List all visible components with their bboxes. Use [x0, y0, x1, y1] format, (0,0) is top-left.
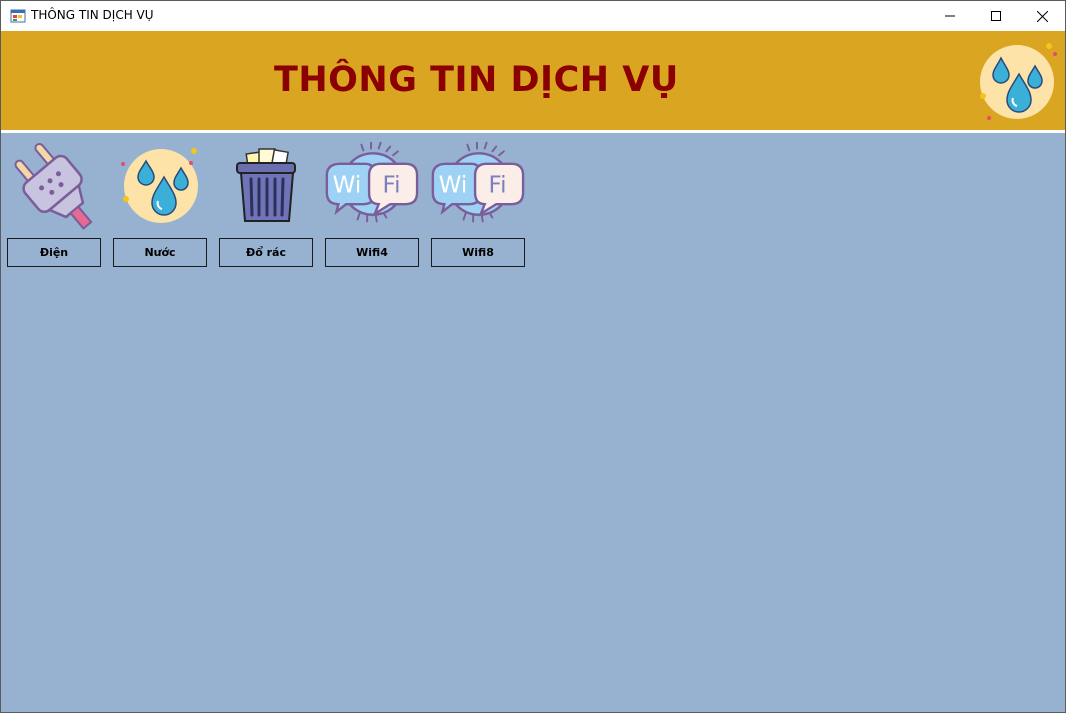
header-separator: [1, 130, 1065, 133]
app-window: THÔNG TIN DỊCH VỤ THÔNG TIN DỊCH VỤ Wi F…: [0, 0, 1066, 713]
minimize-button[interactable]: [927, 1, 973, 31]
title-bar[interactable]: THÔNG TIN DỊCH VỤ: [1, 1, 1065, 31]
svg-text:Wi: Wi: [333, 173, 362, 199]
maximize-button[interactable]: [973, 1, 1019, 31]
close-icon: [1036, 10, 1048, 22]
dien-button[interactable]: Điện: [7, 238, 101, 267]
trash-can-icon: [236, 148, 296, 222]
app-form-icon: [10, 9, 26, 23]
wifi4-button[interactable]: Wifi4: [325, 238, 419, 267]
window-title: THÔNG TIN DỊCH VỤ: [31, 8, 154, 22]
svg-text:Fi: Fi: [489, 173, 507, 199]
page-title: THÔNG TIN DỊCH VỤ: [274, 60, 679, 100]
svg-text:Wi: Wi: [439, 173, 468, 199]
minimize-icon: [945, 15, 955, 17]
wifi-bubble-icon: Wi Fi: [325, 141, 419, 223]
water-drops-icon: [980, 43, 1057, 120]
wifi-bubble-icon: Wi Fi: [431, 141, 525, 223]
do-rac-button[interactable]: Đổ rác: [219, 238, 313, 267]
maximize-icon: [991, 11, 1001, 21]
electric-plug-icon: [14, 142, 93, 230]
water-drops-icon: [121, 148, 198, 223]
svg-text:Fi: Fi: [383, 173, 401, 199]
nuoc-button[interactable]: Nước: [113, 238, 207, 267]
wifi8-button[interactable]: Wifi8: [431, 238, 525, 267]
close-button[interactable]: [1019, 1, 1065, 31]
